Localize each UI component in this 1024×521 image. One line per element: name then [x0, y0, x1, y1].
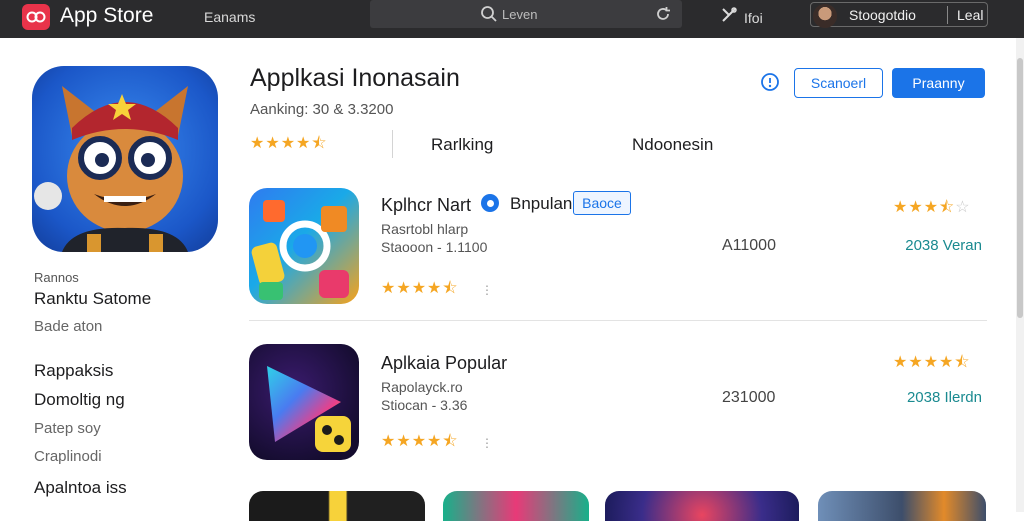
- user-name: Stoogotdio: [849, 7, 916, 23]
- star-icon: ★: [427, 433, 442, 450]
- star-icon: ★: [893, 354, 908, 371]
- primary-button[interactable]: Praanny: [892, 68, 985, 98]
- sidebar-item[interactable]: Apalntoa iss: [34, 478, 127, 498]
- app-name[interactable]: Kplhcr Nart: [381, 195, 471, 216]
- star-icon: ★: [893, 199, 908, 216]
- star-icon: ★: [250, 135, 265, 152]
- search-input[interactable]: Leven: [502, 7, 537, 22]
- page-title: Applkasi Inonasain: [250, 64, 460, 92]
- star-icon: ☆: [955, 199, 970, 216]
- avatar: [813, 4, 837, 28]
- app-list-rating: ★ ★ ★ ★ ⯪: [381, 434, 458, 450]
- app-icon[interactable]: [249, 344, 359, 460]
- star-icon: ★: [396, 280, 411, 297]
- app-meta: Rapolayck.ro: [381, 379, 463, 395]
- app-title[interactable]: App Store: [60, 4, 153, 28]
- app-store-logo-icon[interactable]: [22, 4, 50, 30]
- star-icon: ★: [411, 280, 427, 297]
- sidebar-section-label: Rannos: [34, 270, 79, 285]
- more-icon[interactable]: ⋮: [481, 436, 493, 450]
- star-icon: ★: [396, 433, 411, 450]
- star-icon: ★: [381, 280, 396, 297]
- refresh-icon[interactable]: [654, 5, 672, 28]
- sidebar-item[interactable]: Domoltig ng: [34, 390, 125, 410]
- star-icon: ★: [427, 280, 442, 297]
- sidebar-item[interactable]: Rappaksis: [34, 361, 113, 381]
- app-icon[interactable]: [249, 188, 359, 304]
- sidebar-item[interactable]: Ranktu Satome: [34, 289, 151, 309]
- search-bar[interactable]: Leven: [370, 0, 682, 28]
- star-icon: ★: [280, 135, 296, 152]
- scrollbar-thumb[interactable]: [1017, 58, 1023, 318]
- info-icon[interactable]: [760, 72, 780, 92]
- app-card[interactable]: [818, 491, 986, 521]
- star-icon: ★: [381, 433, 396, 450]
- app-version: 2038 Ilerdn: [906, 389, 982, 406]
- app-meta: Stiocan - 3.36: [381, 397, 468, 413]
- star-icon: ⯪: [442, 433, 458, 450]
- tab-ranking[interactable]: Rarlking: [431, 135, 493, 155]
- divider: [249, 320, 987, 321]
- app-meta: Rasrtobl hlarp: [381, 221, 469, 237]
- app-rating: ★ ★ ★ ⯪ ☆: [893, 200, 970, 216]
- download-count: A11000: [722, 237, 776, 254]
- star-icon: ★: [908, 199, 923, 216]
- sidebar-item[interactable]: Bade aton: [34, 318, 102, 335]
- star-icon: ★: [411, 433, 427, 450]
- star-icon: ★: [296, 135, 311, 152]
- star-icon: ★: [908, 354, 923, 371]
- page-subtitle: Aanking: 30 & 3.3200: [250, 101, 394, 118]
- tools-label: Ifoi: [744, 9, 763, 26]
- status-badge: Baoce: [573, 191, 631, 215]
- star-icon: ⯪: [954, 354, 970, 371]
- star-icon: ⯪: [939, 199, 955, 216]
- more-icon[interactable]: ⋮: [481, 283, 493, 297]
- download-count: 231000: [722, 389, 776, 406]
- scrollbar[interactable]: [1016, 38, 1024, 512]
- verified-icon: [481, 194, 499, 212]
- tab-region[interactable]: Ndoonesin: [632, 135, 713, 155]
- divider: [392, 130, 393, 158]
- app-meta: Staooon - 1.1100: [381, 239, 488, 255]
- user-action-button[interactable]: Leal: [957, 7, 983, 23]
- star-icon: ★: [939, 354, 954, 371]
- divider: [947, 6, 948, 24]
- user-menu[interactable]: Stoogotdio Leal: [810, 2, 988, 28]
- app-card[interactable]: [443, 491, 589, 521]
- star-icon: ★: [923, 199, 939, 216]
- header-rating: ★ ★ ★ ★ ⯪: [250, 136, 327, 152]
- featured-app-icon[interactable]: [32, 66, 218, 252]
- app-name[interactable]: Aplkaia Popular: [381, 353, 507, 374]
- secondary-button[interactable]: Scanoerl: [794, 68, 883, 98]
- search-icon: [480, 5, 498, 28]
- app-list-rating: ★ ★ ★ ★ ⯪: [381, 281, 458, 297]
- sidebar-item[interactable]: Patep soy: [34, 420, 101, 437]
- app-card[interactable]: [249, 491, 425, 521]
- nav-link[interactable]: Eanams: [204, 9, 255, 25]
- app-category: Bnpulan: [510, 194, 573, 213]
- star-icon: ★: [265, 135, 280, 152]
- app-card[interactable]: [605, 491, 799, 521]
- tools-icon: [720, 6, 738, 29]
- app-rating: ★ ★ ★ ★ ⯪: [893, 355, 970, 371]
- sidebar-item[interactable]: Craplinodi: [34, 448, 102, 465]
- star-icon: ⯪: [311, 135, 327, 152]
- star-icon: ★: [923, 354, 939, 371]
- tools-menu[interactable]: Ifoi: [720, 6, 763, 29]
- star-icon: ⯪: [442, 280, 458, 297]
- top-bar: App Store Eanams Leven Ifoi Stoogotdio L…: [0, 0, 1024, 38]
- app-version: 2038 Veran: [905, 237, 982, 254]
